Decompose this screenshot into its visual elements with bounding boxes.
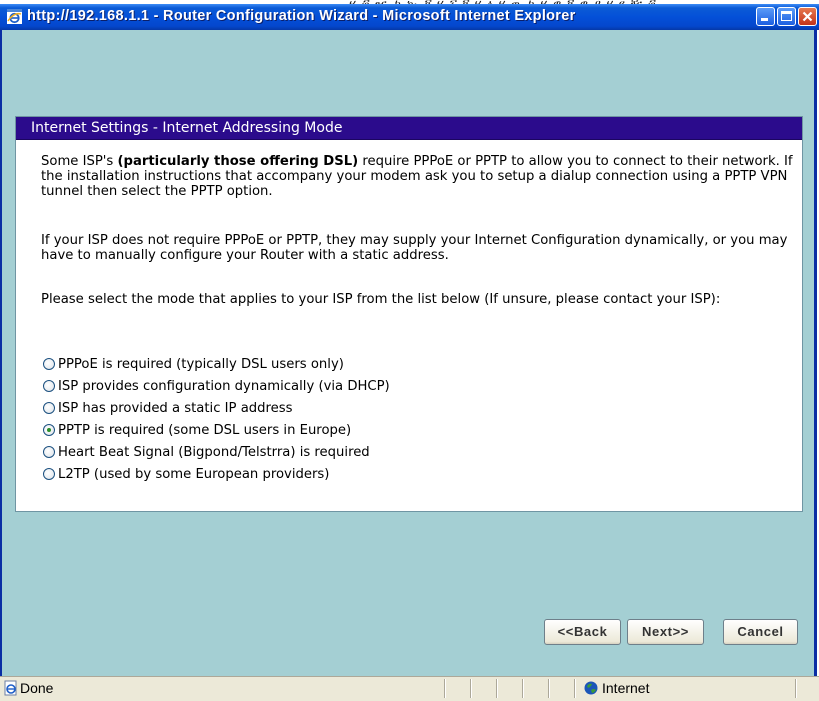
radio-button-static-ip[interactable] <box>43 402 55 414</box>
mode-options: PPPoE is required (typically DSL users o… <box>43 353 390 485</box>
next-button[interactable]: Next>> <box>627 619 704 645</box>
option-pptp[interactable]: PPTP is required (some DSL users in Euro… <box>43 419 390 441</box>
option-static-ip[interactable]: ISP has provided a static IP address <box>43 397 390 419</box>
panel-header: Internet Settings - Internet Addressing … <box>16 117 802 140</box>
radio-button-pptp[interactable] <box>43 424 55 436</box>
back-button[interactable]: <<Back <box>544 619 621 645</box>
maximize-icon <box>781 11 792 21</box>
internet-zone-icon <box>584 681 598 695</box>
option-pppoe[interactable]: PPPoE is required (typically DSL users o… <box>43 353 390 375</box>
select-mode-paragraph: Please select the mode that applies to y… <box>41 292 721 307</box>
status-divider <box>470 679 472 698</box>
status-divider <box>444 679 446 698</box>
minimize-button[interactable] <box>756 7 775 26</box>
option-label[interactable]: L2TP (used by some European providers) <box>58 467 329 482</box>
status-divider <box>795 679 797 698</box>
radio-button-l2tp[interactable] <box>43 468 55 480</box>
option-label[interactable]: PPTP is required (some DSL users in Euro… <box>58 423 351 438</box>
intro-paragraph: Some ISP's (particularly those offering … <box>41 154 801 199</box>
close-button[interactable] <box>798 7 817 26</box>
radio-button-heart-beat[interactable] <box>43 446 55 458</box>
intro-text-bold: (particularly those offering DSL) <box>117 154 359 169</box>
option-heart-beat-signal[interactable]: Heart Beat Signal (Bigpond/Telstrra) is … <box>43 441 390 463</box>
option-label[interactable]: Heart Beat Signal (Bigpond/Telstrra) is … <box>58 445 370 460</box>
option-label[interactable]: ISP provides configuration dynamically (… <box>58 379 390 394</box>
status-text: Done <box>20 680 54 696</box>
status-divider <box>574 679 576 698</box>
option-label[interactable]: PPPoE is required (typically DSL users o… <box>58 357 344 372</box>
title-bar[interactable]: http://192.168.1.1 - Router Configuratio… <box>0 4 819 30</box>
intro-text-start: Some ISP's <box>41 154 118 169</box>
window-title: http://192.168.1.1 - Router Configuratio… <box>27 8 576 24</box>
status-bar: Done Internet <box>0 676 819 701</box>
internet-explorer-icon <box>7 9 22 24</box>
option-l2tp[interactable]: L2TP (used by some European providers) <box>43 463 390 485</box>
radio-button-dhcp[interactable] <box>43 380 55 392</box>
minimize-icon <box>761 18 768 21</box>
status-divider <box>496 679 498 698</box>
addressing-mode-panel: Internet Settings - Internet Addressing … <box>15 116 803 512</box>
maximize-button[interactable] <box>777 7 796 26</box>
status-divider <box>548 679 550 698</box>
page-done-icon <box>4 680 17 696</box>
status-divider <box>522 679 524 698</box>
radio-button-pppoe[interactable] <box>43 358 55 370</box>
close-icon <box>802 11 813 22</box>
cancel-button[interactable]: Cancel <box>723 619 798 645</box>
option-label[interactable]: ISP has provided a static IP address <box>58 401 293 416</box>
option-dhcp[interactable]: ISP provides configuration dynamically (… <box>43 375 390 397</box>
dynamic-config-paragraph: If your ISP does not require PPPoE or PP… <box>41 233 788 263</box>
zone-label: Internet <box>602 680 650 696</box>
